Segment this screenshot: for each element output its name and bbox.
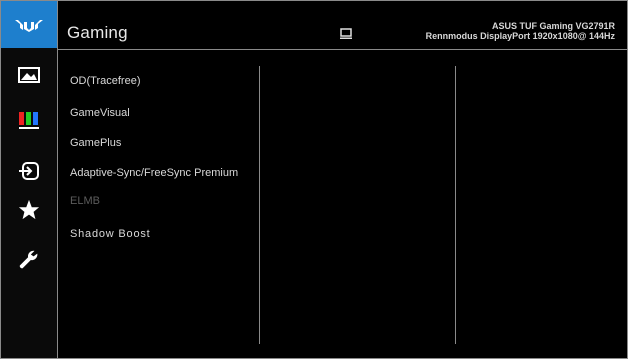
menu-item-adaptive-sync[interactable]: Adaptive-Sync/FreeSync Premium	[70, 167, 238, 179]
monitor-icon	[340, 26, 352, 44]
column-divider	[259, 66, 260, 344]
column-divider	[455, 66, 456, 344]
model-info: ASUS TUF Gaming VG2791R Rennmodus Displa…	[426, 21, 615, 41]
menu-item-gameplus[interactable]: GamePlus	[70, 137, 121, 149]
menu-item-od-tracefree[interactable]: OD(Tracefree)	[70, 75, 141, 87]
menu-item-shadow-boost[interactable]: Shadow Boost	[70, 228, 151, 240]
menu-item-gamevisual[interactable]: GameVisual	[70, 107, 130, 119]
header: Gaming ASUS TUF Gaming VG2791R Rennmodus…	[58, 1, 627, 50]
menu-panel: OD(Tracefree) GameVisual GamePlus Adapti…	[58, 50, 627, 358]
wrench-icon[interactable]	[1, 244, 57, 276]
sidebar	[1, 1, 58, 358]
menu-column: OD(Tracefree) GameVisual GamePlus Adapti…	[58, 50, 260, 358]
star-icon[interactable]	[1, 194, 57, 226]
input-select-icon[interactable]	[1, 155, 57, 187]
status-info: Rennmodus DisplayPort 1920x1080@ 144Hz	[425, 31, 615, 41]
color-bars-icon[interactable]	[1, 104, 57, 136]
image-icon[interactable]	[1, 59, 57, 91]
page-title: Gaming	[67, 23, 128, 42]
tuf-logo-icon	[1, 1, 57, 48]
menu-item-elmb: ELMB	[70, 195, 100, 207]
model-name: ASUS TUF Gaming VG2791R	[491, 21, 615, 31]
